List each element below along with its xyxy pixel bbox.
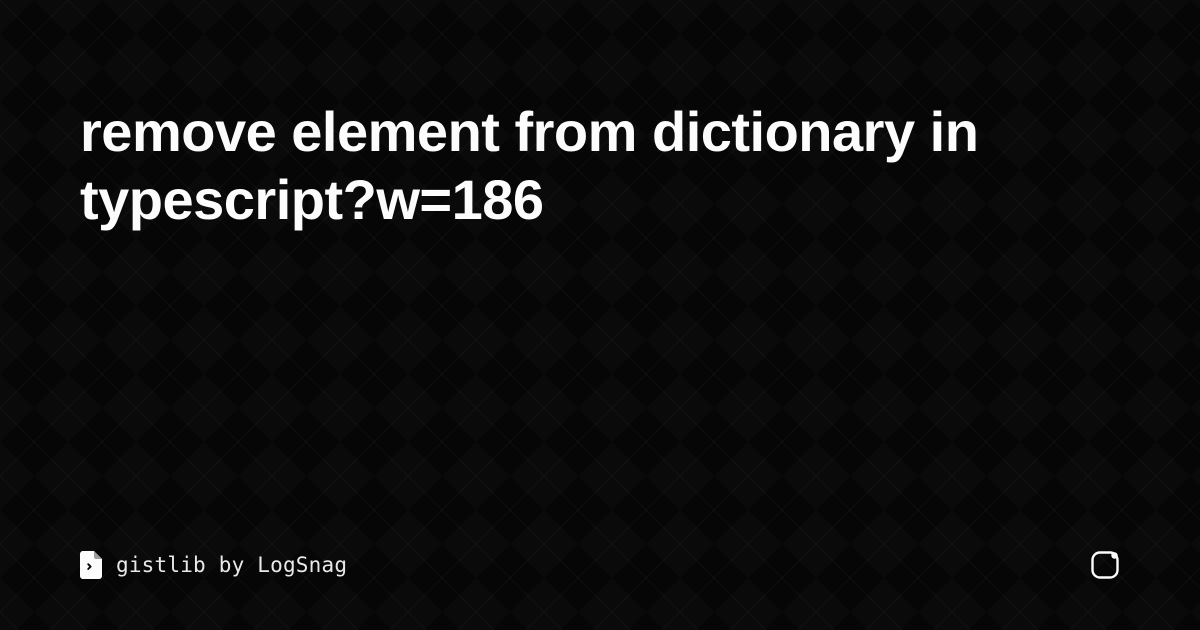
footer: gistlib by LogSnag (80, 550, 1120, 580)
page-title: remove element from dictionary in typesc… (80, 98, 1120, 235)
main-content: remove element from dictionary in typesc… (0, 0, 1200, 235)
share-external-icon (1090, 550, 1120, 580)
file-icon (80, 551, 102, 579)
brand-block: gistlib by LogSnag (80, 551, 347, 579)
brand-text: gistlib by LogSnag (116, 553, 347, 577)
